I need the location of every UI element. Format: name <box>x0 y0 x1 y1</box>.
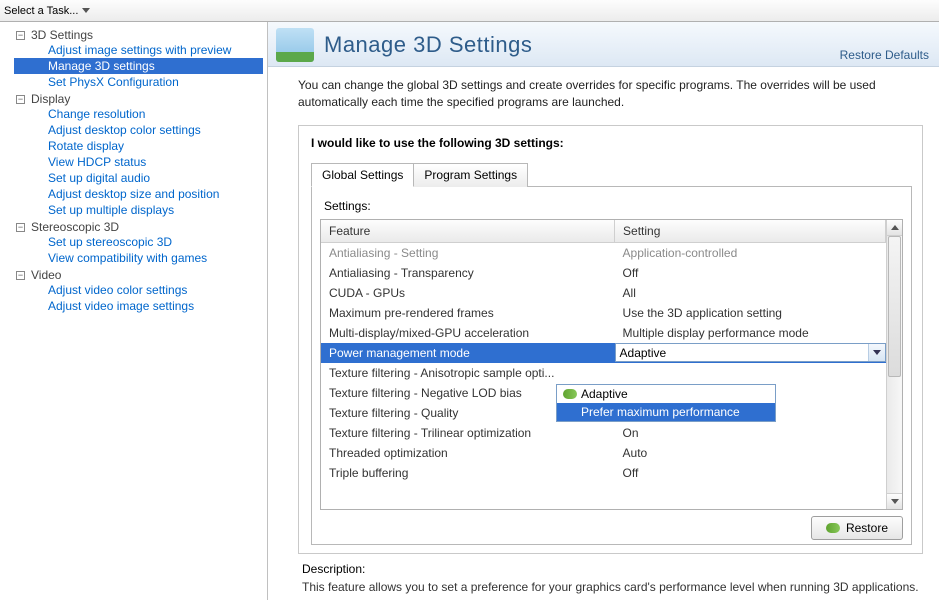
tabs-row: Global Settings Program Settings <box>311 162 912 186</box>
intro-text: You can change the global 3D settings an… <box>298 77 923 111</box>
sidebar-item-setup-stereo-3d[interactable]: Set up stereoscopic 3D <box>14 234 263 250</box>
tab-program-settings[interactable]: Program Settings <box>414 163 528 187</box>
group-title: I would like to use the following 3D set… <box>311 136 912 150</box>
sidebar-item-digital-audio[interactable]: Set up digital audio <box>14 170 263 186</box>
table-row[interactable]: Texture filtering - Anisotropic sample o… <box>321 363 886 383</box>
tab-global-settings[interactable]: Global Settings <box>311 163 414 187</box>
task-selector-bar[interactable]: Select a Task... <box>0 0 939 22</box>
col-setting[interactable]: Setting <box>615 220 886 243</box>
table-row[interactable]: Multi-display/mixed-GPU acceleration Mul… <box>321 323 886 343</box>
tree-group-stereoscopic[interactable]: − Stereoscopic 3D <box>14 220 263 234</box>
dropdown-option-adaptive[interactable]: Adaptive <box>557 385 775 403</box>
chevron-down-icon <box>82 8 90 13</box>
task-selector-label: Select a Task... <box>4 5 78 17</box>
vertical-scrollbar[interactable] <box>886 220 902 509</box>
expander-icon[interactable]: − <box>16 271 25 280</box>
header-icon <box>276 28 314 62</box>
scroll-up-button[interactable] <box>887 220 902 236</box>
scroll-thumb[interactable] <box>888 236 901 378</box>
sidebar-item-video-color[interactable]: Adjust video color settings <box>14 282 263 298</box>
chevron-down-icon <box>873 350 881 355</box>
dropdown-button[interactable] <box>868 344 885 361</box>
content-area: − 3D Settings Adjust image settings with… <box>0 22 939 600</box>
description-title: Description: <box>302 562 923 576</box>
col-feature[interactable]: Feature <box>321 220 615 243</box>
settings-group-box: I would like to use the following 3D set… <box>298 125 923 554</box>
restore-defaults-link[interactable]: Restore Defaults <box>840 48 929 62</box>
dropdown-option-prefer-max-perf[interactable]: Prefer maximum performance <box>557 403 775 421</box>
table-row[interactable]: CUDA - GPUs All <box>321 283 886 303</box>
sidebar-item-multiple-displays[interactable]: Set up multiple displays <box>14 202 263 218</box>
description-text: This feature allows you to set a prefere… <box>302 580 923 594</box>
tree-group-display[interactable]: − Display <box>14 92 263 106</box>
expander-icon[interactable]: − <box>16 31 25 40</box>
description-block: Description: This feature allows you to … <box>298 554 923 594</box>
setting-dropdown[interactable]: Adaptive <box>615 343 886 362</box>
sidebar-item-stereo-compat[interactable]: View compatibility with games <box>14 250 263 266</box>
settings-table-container: Feature Setting Antialiasing - Setting A… <box>320 219 903 510</box>
page-header: Manage 3D Settings Restore Defaults <box>268 22 939 67</box>
sidebar-item-hdcp-status[interactable]: View HDCP status <box>14 154 263 170</box>
nvidia-icon <box>563 389 577 399</box>
table-row[interactable]: Threaded optimization Auto <box>321 443 886 463</box>
table-row[interactable]: Maximum pre-rendered frames Use the 3D a… <box>321 303 886 323</box>
sidebar-item-physx[interactable]: Set PhysX Configuration <box>14 74 263 90</box>
table-row[interactable]: Triple buffering Off <box>321 463 886 483</box>
expander-icon[interactable]: − <box>16 95 25 104</box>
expander-icon[interactable]: − <box>16 223 25 232</box>
sidebar-item-adjust-image-settings[interactable]: Adjust image settings with preview <box>14 42 263 58</box>
scroll-track[interactable] <box>887 236 902 493</box>
sidebar-item-adjust-desktop-color[interactable]: Adjust desktop color settings <box>14 122 263 138</box>
table-row[interactable]: Texture filtering - Trilinear optimizati… <box>321 423 886 443</box>
tree-group-video[interactable]: − Video <box>14 268 263 282</box>
arrow-down-icon <box>891 499 899 504</box>
sidebar-item-change-resolution[interactable]: Change resolution <box>14 106 263 122</box>
arrow-up-icon <box>891 225 899 230</box>
sidebar-tree: − 3D Settings Adjust image settings with… <box>0 22 268 600</box>
sidebar-item-video-image[interactable]: Adjust video image settings <box>14 298 263 314</box>
tab-body: Settings: Feature Setting <box>311 186 912 545</box>
settings-table: Feature Setting Antialiasing - Setting A… <box>321 220 886 483</box>
page-title: Manage 3D Settings <box>324 32 532 58</box>
main-panel: Manage 3D Settings Restore Defaults You … <box>268 22 939 600</box>
tree-group-3d-settings[interactable]: − 3D Settings <box>14 28 263 42</box>
restore-button[interactable]: Restore <box>811 516 903 540</box>
settings-label: Settings: <box>324 199 903 213</box>
table-row[interactable]: Antialiasing - Setting Application-contr… <box>321 242 886 263</box>
table-row-selected[interactable]: Power management mode Adaptive <box>321 343 886 363</box>
sidebar-item-manage-3d-settings[interactable]: Manage 3D settings <box>14 58 263 74</box>
nvidia-icon <box>826 523 840 533</box>
dropdown-list: Adaptive Prefer maximum performance <box>556 384 776 422</box>
scroll-down-button[interactable] <box>887 493 902 509</box>
table-row[interactable]: Antialiasing - Transparency Off <box>321 263 886 283</box>
sidebar-item-desktop-size-position[interactable]: Adjust desktop size and position <box>14 186 263 202</box>
sidebar-item-rotate-display[interactable]: Rotate display <box>14 138 263 154</box>
